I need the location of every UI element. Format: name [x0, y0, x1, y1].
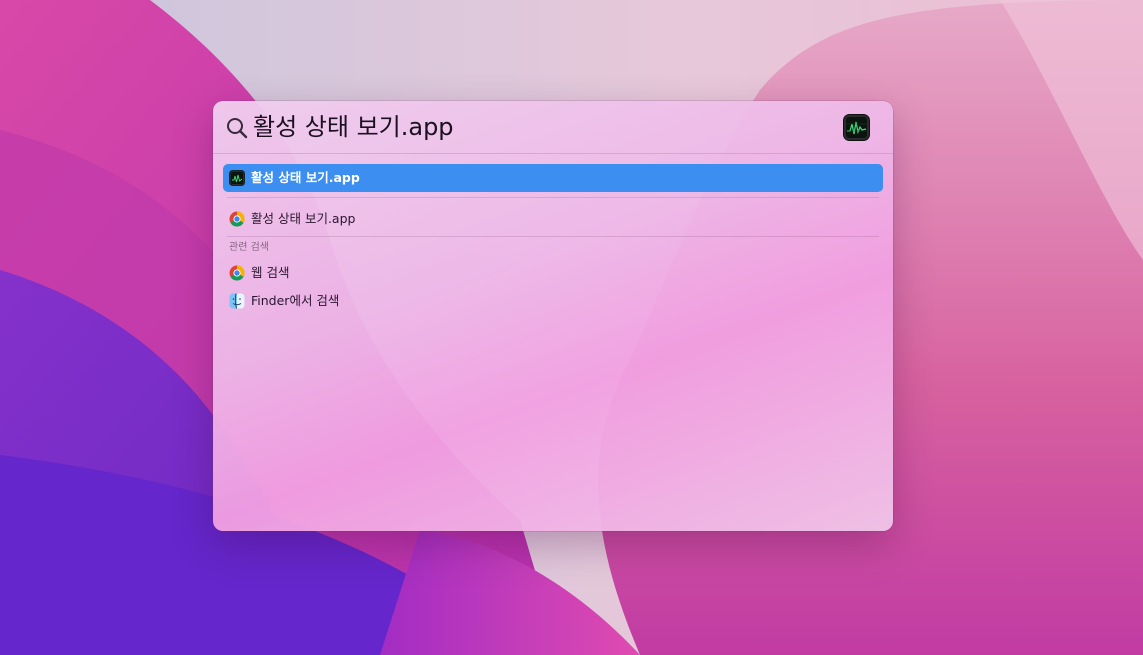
related-web-search[interactable]: 웹 검색 [223, 259, 883, 287]
chrome-icon [229, 211, 245, 227]
magnifying-glass-icon [225, 116, 249, 140]
spotlight-window: 활성 상태 보기.app 활성 상태 보기.app 활성 상태 보기.app 관… [213, 101, 893, 531]
chrome-icon [229, 265, 245, 281]
related-label: 웹 검색 [251, 265, 290, 280]
activity-monitor-icon [843, 114, 870, 141]
activity-monitor-icon [229, 170, 245, 186]
divider [227, 197, 879, 198]
related-label: Finder에서 검색 [251, 293, 340, 308]
spotlight-search-bar[interactable]: 활성 상태 보기.app [213, 101, 893, 154]
finder-icon [229, 293, 245, 309]
result-label: 활성 상태 보기.app [251, 170, 360, 185]
related-finder-search[interactable]: Finder에서 검색 [223, 287, 883, 315]
section-title-related: 관련 검색 [229, 242, 269, 253]
spotlight-search-input[interactable]: 활성 상태 보기.app [253, 111, 454, 143]
result-label: 활성 상태 보기.app [251, 211, 356, 226]
result-top-hit[interactable]: 활성 상태 보기.app [223, 164, 883, 192]
result-item[interactable]: 활성 상태 보기.app [223, 205, 883, 233]
spotlight-results: 활성 상태 보기.app 활성 상태 보기.app 관련 검색 웹 검색 Fin… [223, 164, 883, 315]
